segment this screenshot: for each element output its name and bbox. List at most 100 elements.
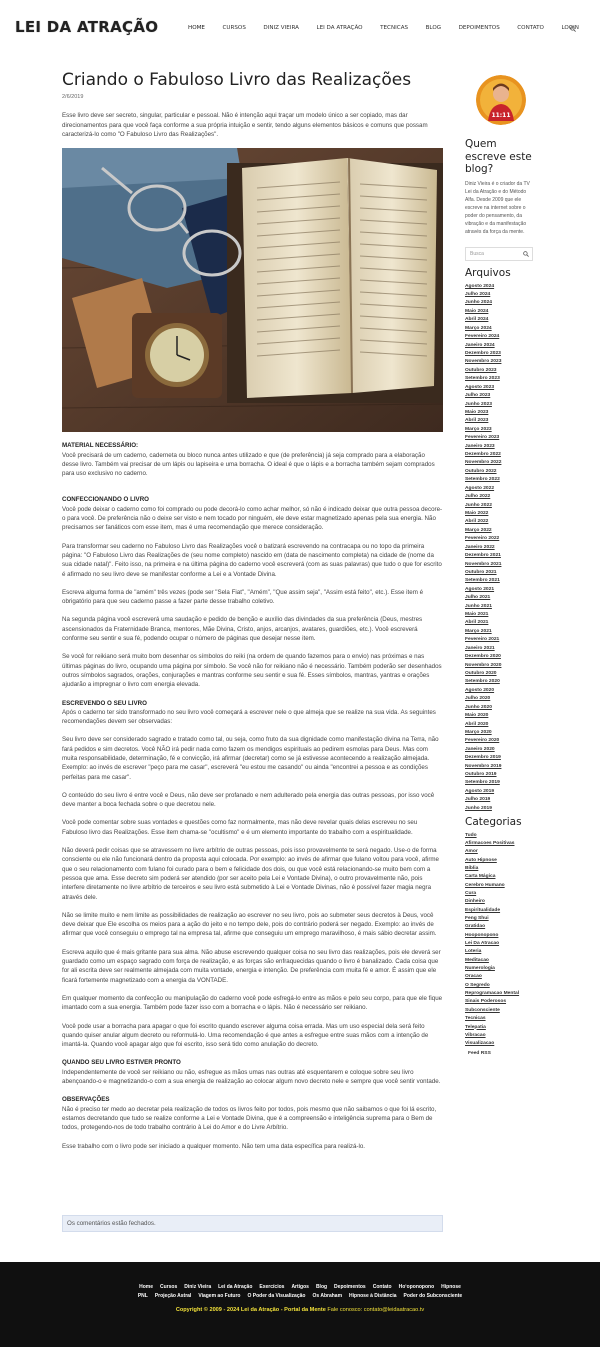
archive-link[interactable]: Outubro 2022 [465, 468, 537, 476]
archive-link[interactable]: Março 2020 [465, 729, 537, 737]
archive-link[interactable]: Maio 2021 [465, 611, 537, 619]
category-link-tecnicas[interactable]: Tecnicas [465, 1015, 537, 1023]
archive-link[interactable]: Abril 2023 [465, 417, 537, 425]
footer-link-viagem-ao-futuro[interactable]: Viagem ao Futuro [198, 1293, 240, 1299]
category-link-auto-hipnose[interactable]: Auto Hipnose [465, 857, 537, 865]
nav-lei-da-atracao[interactable]: LEI DA ATRAÇÃO [316, 25, 362, 31]
category-link-hooponopono[interactable]: Hooponopono [465, 932, 537, 940]
sidebar-search-input[interactable]: Busca [465, 247, 533, 261]
archive-link[interactable]: Janeiro 2020 [465, 746, 537, 754]
archive-link[interactable]: Junho 2022 [465, 502, 537, 510]
archive-link[interactable]: Julho 2020 [465, 695, 537, 703]
archive-link[interactable]: Dezembro 2019 [465, 754, 537, 762]
footer-link-artigos[interactable]: Artigos [291, 1284, 309, 1290]
footer-link-contato[interactable]: Contato [373, 1284, 392, 1290]
category-link-telepatia[interactable]: Telepatia [465, 1024, 537, 1032]
category-link-numerologia[interactable]: Numerologia [465, 965, 537, 973]
footer-link-projecao-astral[interactable]: Projeção Astral [155, 1293, 192, 1299]
category-link-oracao[interactable]: Oracao [465, 973, 537, 981]
nav-depoimentos[interactable]: DEPOIMENTOS [459, 25, 500, 31]
archive-link[interactable]: Fevereiro 2024 [465, 333, 537, 341]
nav-home[interactable]: Home [188, 25, 205, 31]
archive-link[interactable]: Agosto 2024 [465, 283, 537, 291]
archive-link[interactable]: Outubro 2020 [465, 670, 537, 678]
site-logo[interactable]: LEI DA ATRAÇÃO [15, 18, 158, 36]
archive-link[interactable]: Setembro 2019 [465, 779, 537, 787]
archive-link[interactable]: Janeiro 2024 [465, 342, 537, 350]
footer-link-depoimentos[interactable]: Depoimentos [334, 1284, 366, 1290]
archive-link[interactable]: Outubro 2021 [465, 569, 537, 577]
footer-link-diniz-vieira[interactable]: Diniz Vieira [184, 1284, 211, 1290]
archive-link[interactable]: Abril 2022 [465, 518, 537, 526]
footer-link-os-abraham[interactable]: Os Abraham [312, 1293, 342, 1299]
archive-link[interactable]: Agosto 2023 [465, 384, 537, 392]
feed-rss-link[interactable]: Feed RSS [465, 1051, 537, 1056]
category-link-amor[interactable]: Amor [465, 848, 537, 856]
archive-link[interactable]: Fevereiro 2020 [465, 737, 537, 745]
archive-link[interactable]: Julho 2024 [465, 291, 537, 299]
archive-link[interactable]: Março 2023 [465, 426, 537, 434]
footer-link-exercicios[interactable]: Exercícios [259, 1284, 284, 1290]
category-link-afirmacoes-positivas[interactable]: Afirmacoes Positivas [465, 840, 537, 848]
category-link-dinheiro[interactable]: Dinheiro [465, 898, 537, 906]
archive-link[interactable]: Agosto 2022 [465, 485, 537, 493]
search-icon[interactable] [570, 26, 576, 32]
nav-tecnicas[interactable]: TECNICAS [380, 25, 408, 31]
archive-link[interactable]: Junho 2023 [465, 401, 537, 409]
archive-link[interactable]: Janeiro 2021 [465, 645, 537, 653]
category-link-cerebro-humano[interactable]: Cerebro Humano [465, 882, 537, 890]
category-link-gratidao[interactable]: Gratidao [465, 923, 537, 931]
archive-link[interactable]: Fevereiro 2023 [465, 434, 537, 442]
archive-link[interactable]: Junho 2021 [465, 603, 537, 611]
category-link-tudo[interactable]: Tudo [465, 832, 537, 840]
archive-link[interactable]: Dezembro 2023 [465, 350, 537, 358]
nav-cursos[interactable]: CURSOS [222, 25, 245, 31]
archive-link[interactable]: Janeiro 2022 [465, 544, 537, 552]
category-link-subconsciente[interactable]: Subconsciente [465, 1007, 537, 1015]
category-link-cura[interactable]: Cura [465, 890, 537, 898]
category-link-reprogramacao-mental[interactable]: Reprogramacao Mental [465, 990, 537, 998]
archive-link[interactable]: Novembro 2020 [465, 662, 537, 670]
archive-link[interactable]: Julho 2023 [465, 392, 537, 400]
footer-link-blog[interactable]: Blog [316, 1284, 327, 1290]
category-link-visualizacao[interactable]: Visualizacao [465, 1040, 537, 1048]
archive-link[interactable]: Setembro 2021 [465, 577, 537, 585]
archive-link[interactable]: Janeiro 2023 [465, 443, 537, 451]
category-link-espiritualidade[interactable]: Espiritualidade [465, 907, 537, 915]
archive-link[interactable]: Outubro 2023 [465, 367, 537, 375]
nav-contato[interactable]: CONTATO [517, 25, 544, 31]
nav-diniz-vieira[interactable]: DINIZ VIEIRA [263, 25, 299, 31]
archive-link[interactable]: Agosto 2021 [465, 586, 537, 594]
archive-link[interactable]: Julho 2019 [465, 796, 537, 804]
archive-link[interactable]: Julho 2021 [465, 594, 537, 602]
archive-link[interactable]: Dezembro 2021 [465, 552, 537, 560]
nav-blog[interactable]: BLOG [426, 25, 442, 31]
footer-link-home[interactable]: Home [139, 1284, 153, 1290]
archive-link[interactable]: Dezembro 2020 [465, 653, 537, 661]
footer-link-hipnose-a-distancia[interactable]: Hipnose à Distância [349, 1293, 397, 1299]
footer-link-lei-da-atracao[interactable]: Lei da Atração [218, 1284, 252, 1290]
archive-link[interactable]: Novembro 2019 [465, 763, 537, 771]
archive-link[interactable]: Maio 2022 [465, 510, 537, 518]
archive-link[interactable]: Junho 2024 [465, 299, 537, 307]
archive-link[interactable]: Abril 2020 [465, 721, 537, 729]
archive-link[interactable]: Junho 2019 [465, 805, 537, 813]
archive-link[interactable]: Setembro 2022 [465, 476, 537, 484]
category-link-meditacao[interactable]: Meditacao [465, 957, 537, 965]
archive-link[interactable]: Junho 2020 [465, 704, 537, 712]
contact-email[interactable]: Fale conosco: contato@leidaatracao.tv [327, 1307, 424, 1313]
archive-link[interactable]: Abril 2021 [465, 619, 537, 627]
category-link-carta-magica[interactable]: Carta Mágica [465, 873, 537, 881]
archive-link[interactable]: Novembro 2023 [465, 358, 537, 366]
category-link-sinais-poderosos[interactable]: Sinais Poderosos [465, 998, 537, 1006]
category-link-feng-shui[interactable]: Feng Shui [465, 915, 537, 923]
category-link-biblia[interactable]: Bíblia [465, 865, 537, 873]
footer-link-hipnose[interactable]: Hipnose [441, 1284, 461, 1290]
archive-link[interactable]: Março 2024 [465, 325, 537, 333]
footer-link-ho-oponopono[interactable]: Hoʻoponopono [399, 1284, 435, 1290]
footer-link-pnl[interactable]: PNL [138, 1293, 148, 1299]
category-link-o-segredo[interactable]: O Segredo [465, 982, 537, 990]
footer-link-cursos[interactable]: Cursos [160, 1284, 177, 1290]
archive-link[interactable]: Novembro 2022 [465, 459, 537, 467]
archive-link[interactable]: Setembro 2023 [465, 375, 537, 383]
